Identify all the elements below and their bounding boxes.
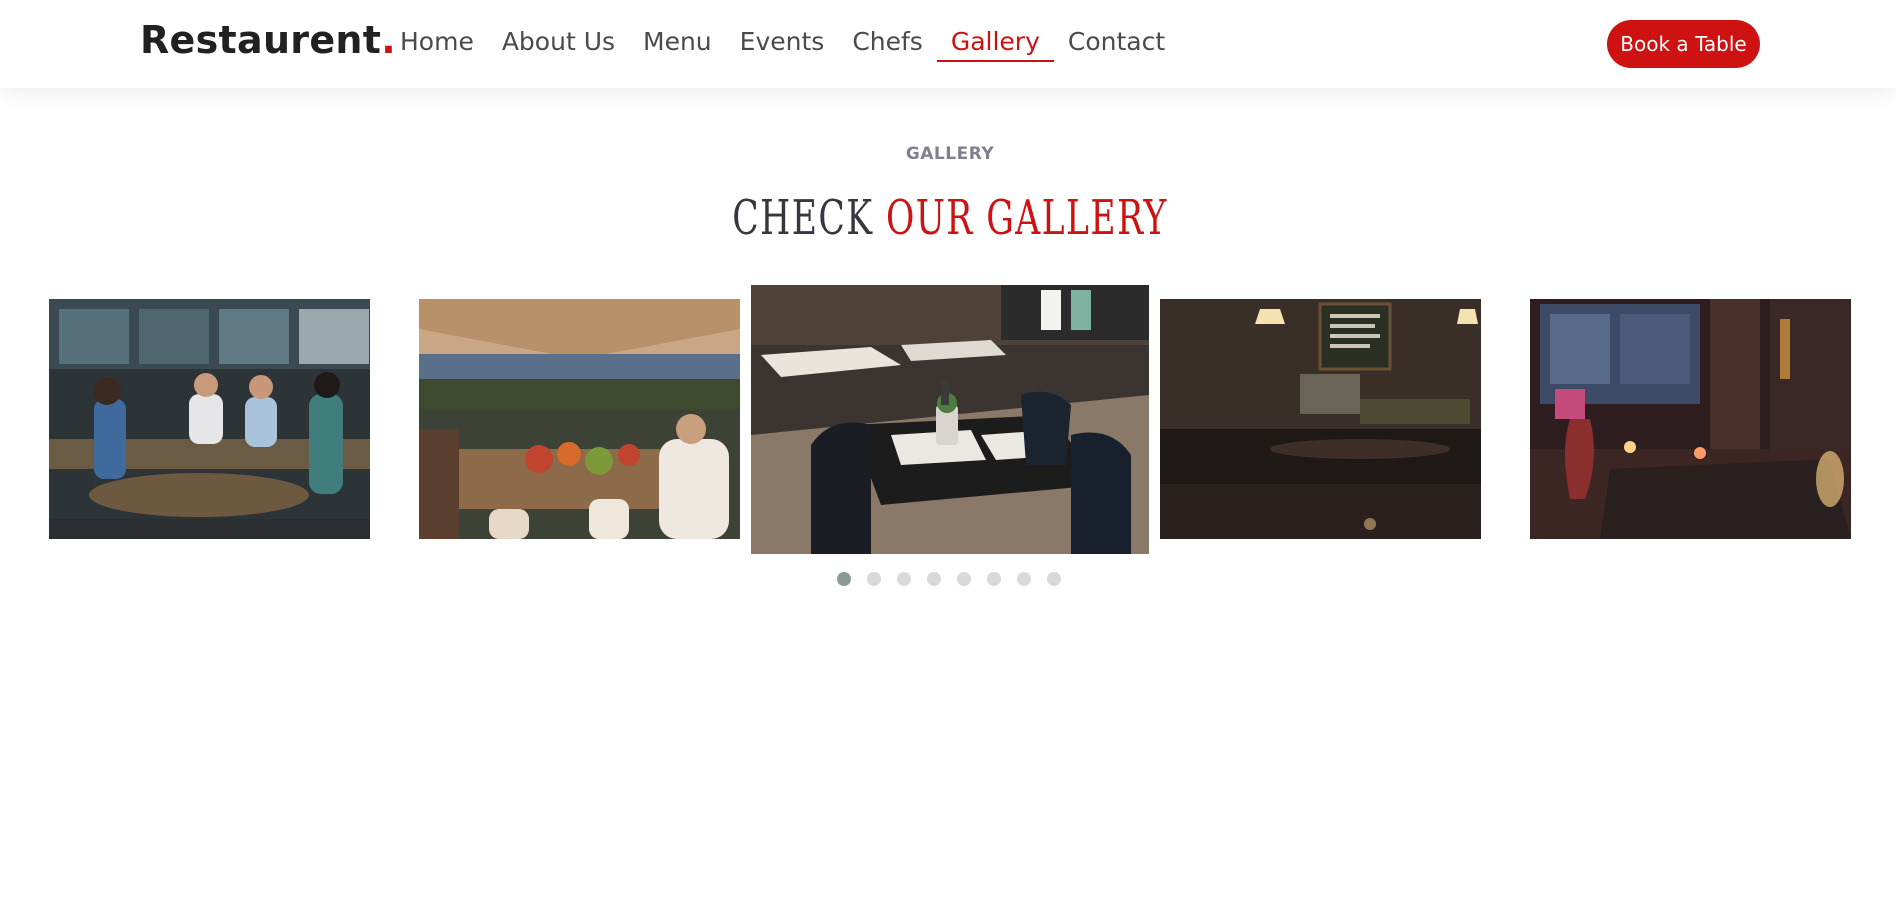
title-accent: OUR GALLERY bbox=[885, 190, 1168, 246]
gallery-image-dining-room-chalkboard[interactable] bbox=[1160, 299, 1481, 539]
carousel-pagination bbox=[837, 572, 1061, 586]
carousel-dot[interactable] bbox=[957, 572, 971, 586]
nav-about-us[interactable]: About Us bbox=[488, 25, 629, 62]
gallery-image-restaurant-tables[interactable] bbox=[751, 285, 1149, 554]
section-subtitle: GALLERY bbox=[905, 144, 995, 164]
carousel-dot[interactable] bbox=[867, 572, 881, 586]
section-title: CHECK OUR GALLERY bbox=[266, 190, 1634, 246]
gallery-image-wine-glasses[interactable] bbox=[1530, 299, 1851, 539]
carousel-dot[interactable] bbox=[837, 572, 851, 586]
site-header: Restaurent. Home About Us Menu Events Ch… bbox=[0, 0, 1896, 88]
nav-contact[interactable]: Contact bbox=[1054, 25, 1179, 62]
carousel-dot[interactable] bbox=[927, 572, 941, 586]
nav-events[interactable]: Events bbox=[726, 25, 839, 62]
site-logo[interactable]: Restaurent. bbox=[140, 18, 396, 62]
nav-gallery[interactable]: Gallery bbox=[936, 25, 1054, 62]
gallery-image-dinner-toast[interactable] bbox=[419, 299, 740, 539]
carousel-dot[interactable] bbox=[987, 572, 1001, 586]
logo-text: Restaurent bbox=[140, 18, 382, 62]
title-plain: CHECK bbox=[732, 190, 874, 246]
book-a-table-button[interactable]: Book a Table bbox=[1607, 20, 1760, 68]
carousel-dot[interactable] bbox=[897, 572, 911, 586]
main-nav: Home About Us Menu Events Chefs Gallery … bbox=[386, 25, 1179, 62]
carousel-dot[interactable] bbox=[1047, 572, 1061, 586]
gallery-image-friends-patio[interactable] bbox=[49, 299, 370, 539]
carousel-dot[interactable] bbox=[1017, 572, 1031, 586]
nav-menu[interactable]: Menu bbox=[629, 25, 726, 62]
nav-home[interactable]: Home bbox=[386, 25, 488, 62]
nav-chefs[interactable]: Chefs bbox=[838, 25, 937, 62]
